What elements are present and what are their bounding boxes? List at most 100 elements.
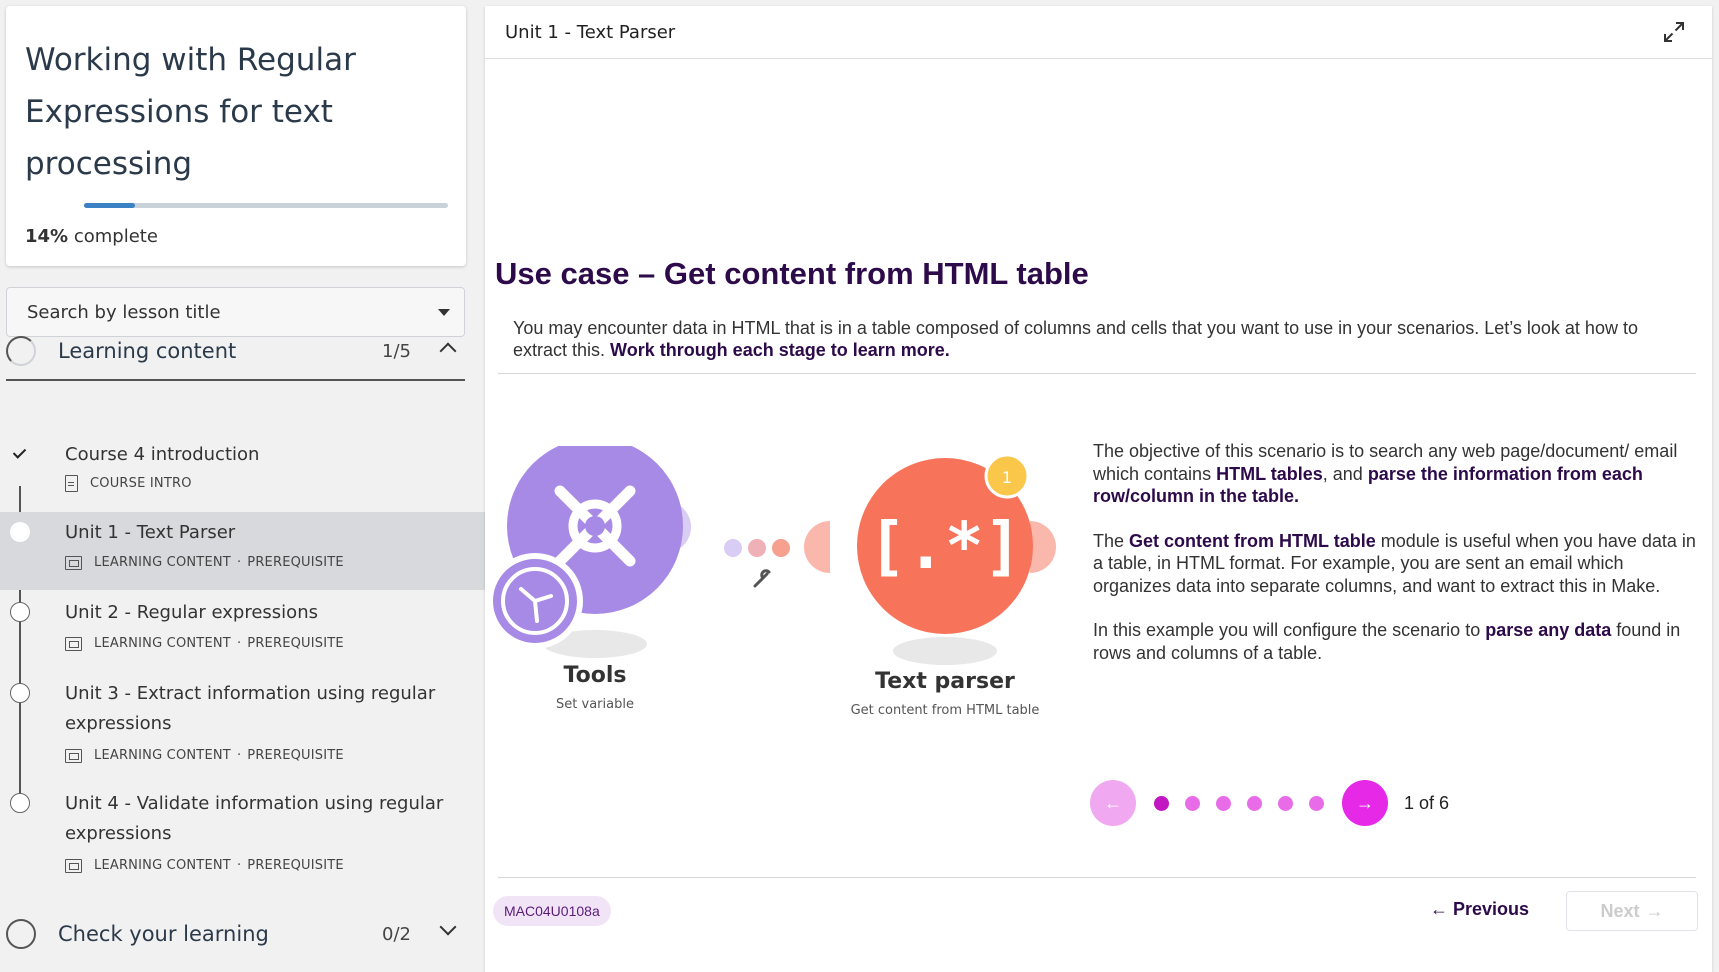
body-text: The bbox=[1093, 530, 1130, 551]
section-progress-icon bbox=[6, 336, 36, 366]
pager-dot[interactable] bbox=[1185, 795, 1200, 811]
next-lesson-button[interactable]: Next → bbox=[1566, 891, 1698, 931]
check-icon bbox=[10, 444, 30, 464]
lesson-tag: PREREQUISITE bbox=[247, 858, 344, 873]
text-parser-module: [.*] 1 Text parser Get content from HTML… bbox=[804, 453, 1056, 718]
emphasis-text: Get content from HTML table bbox=[1129, 530, 1376, 551]
slides-icon bbox=[65, 555, 82, 570]
lesson-title: Unit 2 - Regular expressions bbox=[65, 602, 318, 623]
pager-dot[interactable] bbox=[1278, 795, 1293, 811]
chevron-up-icon[interactable] bbox=[439, 342, 457, 360]
emphasis-text: HTML tables bbox=[1216, 463, 1323, 484]
scenario-description: The objective of this scenario is to sea… bbox=[1093, 440, 1703, 686]
lesson-title: Unit 4 - Validate information using regu… bbox=[65, 793, 444, 844]
operation-badge-number: 1 bbox=[1002, 468, 1012, 487]
lesson-title: Course 4 introduction bbox=[65, 444, 260, 465]
document-icon bbox=[65, 475, 78, 492]
module2-action: Get content from HTML table bbox=[851, 703, 1040, 718]
status-circle-icon bbox=[10, 793, 30, 813]
scenario-diagram: Tools Set variable [.*] 1 Text parser Ge… bbox=[487, 446, 1056, 718]
slides-icon bbox=[65, 748, 82, 763]
pager-dot[interactable] bbox=[1309, 795, 1324, 811]
lesson-heading: Use case – Get content from HTML table bbox=[495, 256, 1089, 291]
section-progress-icon bbox=[6, 919, 36, 949]
lesson-item-current[interactable]: Unit 1 - Text Parser LEARNING CONTENT · … bbox=[0, 512, 485, 590]
previous-lesson-button[interactable]: ← Previous bbox=[1430, 899, 1529, 920]
current-lesson-dot bbox=[10, 522, 30, 542]
description-paragraph: The Get content from HTML table module i… bbox=[1093, 530, 1703, 598]
lesson-item[interactable]: Unit 3 - Extract information using regul… bbox=[0, 674, 485, 778]
divider bbox=[498, 877, 1696, 878]
lesson-type: LEARNING CONTENT bbox=[94, 555, 231, 570]
pager-dot[interactable] bbox=[1154, 795, 1169, 811]
module1-action: Set variable bbox=[556, 697, 634, 712]
pager-dots bbox=[1146, 795, 1332, 811]
section-learning-content[interactable]: Learning content 1/5 bbox=[6, 323, 465, 381]
lesson-type: LEARNING CONTENT bbox=[94, 748, 231, 763]
status-circle-icon bbox=[10, 683, 30, 703]
lesson-tag: PREREQUISITE bbox=[247, 555, 344, 570]
lesson-meta: LEARNING CONTENT · PREREQUISITE bbox=[65, 858, 344, 873]
pager-dot[interactable] bbox=[1216, 795, 1231, 811]
module1-name: Tools bbox=[564, 663, 627, 688]
lesson-type: COURSE INTRO bbox=[90, 476, 192, 491]
module2-name: Text parser bbox=[875, 669, 1015, 694]
section-check-your-learning[interactable]: Check your learning 0/2 bbox=[6, 905, 465, 963]
progress-bar-fill bbox=[84, 203, 135, 208]
pager-dot[interactable] bbox=[1247, 795, 1262, 811]
caret-down-icon bbox=[438, 309, 450, 316]
tools-module: Tools Set variable bbox=[487, 446, 691, 712]
expand-icon[interactable] bbox=[1662, 20, 1686, 44]
search-placeholder: Search by lesson title bbox=[27, 301, 221, 323]
progress-bar bbox=[84, 203, 448, 208]
course-sidebar: Working with Regular Expressions for tex… bbox=[0, 0, 485, 972]
stage-pager: ← → 1 of 6 bbox=[1090, 778, 1449, 828]
previous-label: Previous bbox=[1453, 899, 1530, 919]
lesson-meta: LEARNING CONTENT · PREREQUISITE bbox=[65, 555, 344, 570]
divider bbox=[498, 373, 1696, 374]
section-title: Check your learning bbox=[58, 922, 269, 946]
progress-label: complete bbox=[73, 226, 158, 247]
slides-icon bbox=[65, 858, 82, 873]
section-title: Learning content bbox=[58, 339, 237, 363]
connector-half bbox=[804, 521, 830, 573]
lesson-item[interactable]: Unit 4 - Validate information using regu… bbox=[0, 784, 485, 888]
pager-label: 1 of 6 bbox=[1404, 792, 1450, 813]
slides-icon bbox=[65, 636, 82, 651]
lesson-title: Unit 3 - Extract information using regul… bbox=[65, 683, 436, 734]
meta-separator: · bbox=[236, 748, 242, 763]
body-text: , and bbox=[1322, 463, 1368, 484]
intro-text: You may encounter data in HTML that is i… bbox=[513, 317, 1683, 361]
lesson-meta: COURSE INTRO bbox=[65, 475, 192, 492]
connection-dot bbox=[748, 539, 766, 557]
section-count: 1/5 bbox=[382, 340, 411, 362]
next-label: Next bbox=[1600, 900, 1640, 921]
pager-prev-button[interactable]: ← bbox=[1090, 780, 1136, 826]
meta-separator: · bbox=[236, 555, 242, 570]
connection-dot bbox=[724, 539, 742, 557]
lesson-topbar-title: Unit 1 - Text Parser bbox=[505, 22, 676, 43]
lesson-type: LEARNING CONTENT bbox=[94, 858, 231, 873]
lesson-topbar: Unit 1 - Text Parser bbox=[485, 6, 1712, 59]
course-card: Working with Regular Expressions for tex… bbox=[6, 6, 466, 266]
lesson-item[interactable]: Course 4 introduction COURSE INTRO bbox=[0, 434, 485, 508]
lesson-tag: PREREQUISITE bbox=[247, 748, 344, 763]
section-count: 0/2 bbox=[382, 923, 411, 945]
gear-hub bbox=[585, 516, 605, 536]
wrench-icon bbox=[753, 569, 771, 588]
description-paragraph: The objective of this scenario is to sea… bbox=[1093, 440, 1703, 508]
status-circle-icon bbox=[10, 602, 30, 622]
lesson-panel: Unit 1 - Text Parser Use case – Get cont… bbox=[485, 6, 1712, 972]
pager-next-button[interactable]: → bbox=[1342, 780, 1388, 826]
chevron-down-icon[interactable] bbox=[439, 918, 457, 936]
lesson-type: LEARNING CONTENT bbox=[94, 636, 231, 651]
connector-half bbox=[1030, 521, 1056, 573]
emphasis-text: parse any data bbox=[1485, 620, 1612, 640]
meta-separator: · bbox=[236, 858, 242, 873]
connection-dots bbox=[724, 539, 790, 588]
lesson-title: Unit 1 - Text Parser bbox=[65, 522, 236, 543]
body-text: In this example you will configure the s… bbox=[1093, 620, 1486, 640]
regex-bracket-icon: [.*] bbox=[868, 510, 1022, 584]
lesson-item[interactable]: Unit 2 - Regular expressions LEARNING CO… bbox=[0, 593, 485, 667]
progress-percent: 14% bbox=[25, 226, 69, 247]
